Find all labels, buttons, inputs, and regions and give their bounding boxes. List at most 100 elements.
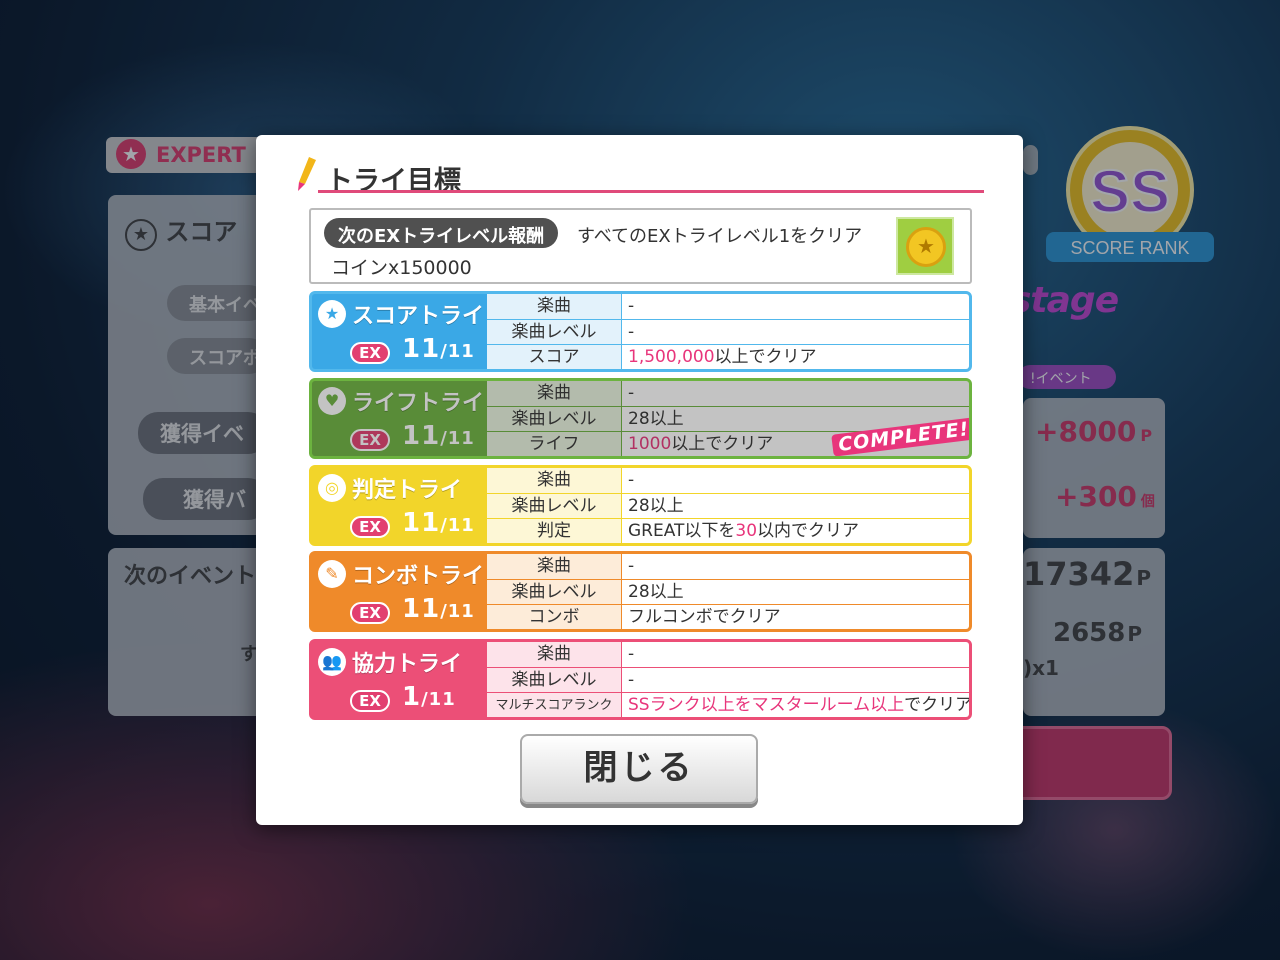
try-row: スコア 1,500,000以上でクリア xyxy=(487,344,969,369)
try-goals-dialog: トライ目標 次のEXトライレベル報酬 すべてのEXトライレベル1をクリア コイン… xyxy=(256,135,1023,825)
try-row: 楽曲レベル - xyxy=(487,319,969,345)
try-header: 👥 協力トライ EX 1/11 xyxy=(312,642,487,717)
try-card: 👥 協力トライ EX 1/11 楽曲 - 楽曲レベル - マルチスコアランク SSランク以上をマス… xyxy=(309,639,972,720)
try-name: 判定トライ xyxy=(352,478,463,503)
ex-badge: EX xyxy=(350,342,390,364)
row-value: 28以上 xyxy=(628,496,684,516)
progress-total: /11 xyxy=(440,515,475,536)
progress-value: 1 xyxy=(402,682,422,712)
row-highlight: マスタールーム以上 xyxy=(751,695,905,715)
try-row: コンボ フルコンボでクリア xyxy=(487,604,969,629)
row-value-cell: - xyxy=(628,642,958,667)
row-label: 楽曲レベル xyxy=(487,668,621,693)
row-value-cell: - xyxy=(628,668,958,693)
heart-icon: ♥ xyxy=(318,387,346,415)
try-progress: 11/11 xyxy=(402,334,475,364)
ex-badge: EX xyxy=(350,690,390,712)
try-row: 楽曲レベル 28以上 xyxy=(487,493,969,519)
try-name: ライフトライ xyxy=(352,391,485,416)
row-label: 楽曲 xyxy=(487,381,621,406)
row-value-cell: - xyxy=(628,468,958,493)
ex-badge: EX xyxy=(350,602,390,624)
next-reward-box: 次のEXトライレベル報酬 すべてのEXトライレベル1をクリア コインx15000… xyxy=(309,208,972,284)
row-value-cell: フルコンボでクリア xyxy=(628,605,958,629)
try-name: コンボトライ xyxy=(352,564,485,589)
try-card: ★ スコアトライ EX 11/11 楽曲 - 楽曲レベル - スコア 1,500,000以上でクリ… xyxy=(309,291,972,372)
coin-icon: ★ xyxy=(906,227,946,267)
people-icon: 👥 xyxy=(318,648,346,676)
row-value: - xyxy=(628,470,635,490)
try-row: マルチスコアランク SSランク以上をマスタールーム以上でクリア xyxy=(487,692,969,717)
row-label: 楽曲 xyxy=(487,468,621,493)
try-name: スコアトライ xyxy=(352,304,485,329)
try-progress: 11/11 xyxy=(402,508,475,538)
row-label: 楽曲レベル xyxy=(487,320,621,345)
try-progress: 11/11 xyxy=(402,421,475,451)
target-icon: ◎ xyxy=(318,474,346,502)
row-value: - xyxy=(628,556,635,576)
row-value: GREAT以下を xyxy=(628,521,736,541)
reward-condition: すべてのEXトライレベル1をクリア xyxy=(577,226,863,247)
row-value-cell: 1,500,000以上でクリア xyxy=(628,345,958,369)
try-card: ◎ 判定トライ EX 11/11 楽曲 - 楽曲レベル 28以上 判定 GREAT以下を30以内で… xyxy=(309,465,972,546)
try-progress: 1/11 xyxy=(402,682,456,712)
progress-value: 11 xyxy=(402,594,441,624)
row-label: 楽曲 xyxy=(487,554,621,579)
reward-icon-box: ★ xyxy=(896,217,954,275)
try-row: 楽曲 - xyxy=(487,554,969,579)
try-header: ♥ ライフトライ EX 11/11 xyxy=(312,381,487,456)
row-tail: 以上でクリア xyxy=(671,434,774,454)
row-highlight: 30 xyxy=(735,521,758,541)
try-header: ◎ 判定トライ EX 11/11 xyxy=(312,468,487,543)
try-header: ✎ コンボトライ EX 11/11 xyxy=(312,554,487,629)
row-value-cell: - xyxy=(628,381,958,406)
try-conditions: 楽曲 - 楽曲レベル - スコア 1,500,000以上でクリア xyxy=(487,294,969,369)
row-value-cell: 28以上 xyxy=(628,494,958,519)
try-row: 楽曲 - xyxy=(487,642,969,667)
try-conditions: 楽曲 - 楽曲レベル 28以上 コンボ フルコンボでクリア xyxy=(487,554,969,629)
try-row: 判定 GREAT以下を30以内でクリア xyxy=(487,518,969,543)
row-value: - xyxy=(628,644,635,664)
row-label: 楽曲レベル xyxy=(487,407,621,432)
row-label: 判定 xyxy=(487,519,621,543)
progress-total: /11 xyxy=(440,341,475,362)
try-header: ★ スコアトライ EX 11/11 xyxy=(312,294,487,369)
progress-value: 11 xyxy=(402,334,441,364)
progress-value: 11 xyxy=(402,508,441,538)
progress-value: 11 xyxy=(402,421,441,451)
try-card: ✎ コンボトライ EX 11/11 楽曲 - 楽曲レベル 28以上 コンボ フルコンボでクリア xyxy=(309,551,972,632)
pencil-icon xyxy=(298,157,316,191)
ex-badge: EX xyxy=(350,429,390,451)
progress-total: /11 xyxy=(440,428,475,449)
close-button[interactable]: 閉じる xyxy=(520,734,758,804)
try-progress: 11/11 xyxy=(402,594,475,624)
row-highlight: 1,500,000 xyxy=(628,347,715,367)
title-underline xyxy=(318,190,984,193)
brush-icon: ✎ xyxy=(318,560,346,588)
row-value: フルコンボでクリア xyxy=(628,607,781,627)
try-conditions: 楽曲 - 楽曲レベル - マルチスコアランク SSランク以上をマスタールーム以上でクリア xyxy=(487,642,969,717)
reward-pill: 次のEXトライレベル報酬 xyxy=(324,218,559,248)
row-tail: 以内でクリア xyxy=(757,521,860,541)
row-value-cell: GREAT以下を30以内でクリア xyxy=(628,519,958,543)
row-value: - xyxy=(628,322,635,342)
try-row: 楽曲 - xyxy=(487,294,969,319)
row-tail: 以上でクリア xyxy=(714,347,817,367)
try-row: 楽曲 - xyxy=(487,468,969,493)
row-label: コンボ xyxy=(487,605,621,629)
try-conditions: 楽曲 - 楽曲レベル 28以上 判定 GREAT以下を30以内でクリア xyxy=(487,468,969,543)
row-label: マルチスコアランク xyxy=(487,693,621,717)
row-highlight: 1000 xyxy=(628,434,672,454)
progress-total: /11 xyxy=(421,689,456,710)
row-tail: でクリア xyxy=(904,695,972,715)
reward-item: コインx150000 xyxy=(331,257,472,279)
try-row: 楽曲レベル - xyxy=(487,667,969,693)
row-label: 楽曲レベル xyxy=(487,580,621,605)
try-card: ♥ ライフトライ EX 11/11 楽曲 - 楽曲レベル 28以上 ライフ 1000以上でクリア C… xyxy=(309,378,972,459)
progress-total: /11 xyxy=(440,601,475,622)
ex-badge: EX xyxy=(350,516,390,538)
row-value: - xyxy=(628,296,635,316)
row-value-cell: - xyxy=(628,554,958,579)
row-value: - xyxy=(628,383,635,403)
try-name: 協力トライ xyxy=(352,652,463,677)
